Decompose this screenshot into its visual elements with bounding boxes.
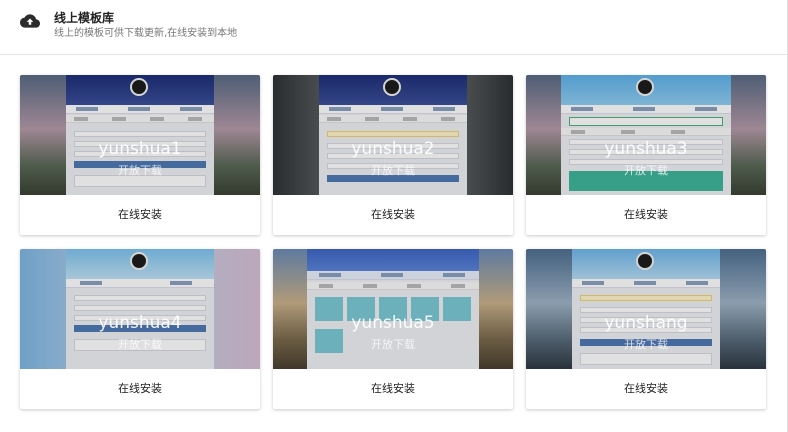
install-online-button[interactable]: 在线安装: [526, 369, 766, 409]
install-online-button[interactable]: 在线安装: [20, 195, 260, 235]
template-card-yunshua5: yunshua5 开放下载 在线安装: [273, 249, 513, 409]
install-online-button[interactable]: 在线安装: [526, 195, 766, 235]
download-status: 开放下载: [118, 338, 162, 351]
download-status: 开放下载: [624, 338, 668, 351]
template-name: yunshua3: [604, 139, 688, 159]
template-preview-image: yunshang 开放下载: [526, 249, 766, 369]
template-name: yunshang: [604, 313, 688, 333]
install-online-button[interactable]: 在线安装: [273, 369, 513, 409]
download-status: 开放下载: [371, 164, 415, 177]
template-preview-image: yunshua1 开放下载: [20, 75, 260, 195]
template-library-page: 线上模板库 线上的模板可供下载更新,在线安装到本地 yunshua1 开放下载 …: [0, 0, 788, 432]
template-preview-image: yunshua3 开放下载: [526, 75, 766, 195]
template-name: yunshua5: [351, 313, 435, 333]
template-card-yunshang: yunshang 开放下载 在线安装: [526, 249, 766, 409]
download-status: 开放下载: [371, 338, 415, 351]
download-status: 开放下载: [118, 164, 162, 177]
template-name: yunshua1: [98, 139, 182, 159]
page-subtitle: 线上的模板可供下载更新,在线安装到本地: [54, 28, 238, 39]
template-card-yunshua2: yunshua2 开放下载 在线安装: [273, 75, 513, 235]
template-preview-image: yunshua4 开放下载: [20, 249, 260, 369]
template-card-yunshua3: yunshua3 开放下载 在线安装: [526, 75, 766, 235]
install-online-button[interactable]: 在线安装: [20, 369, 260, 409]
template-name: yunshua2: [351, 139, 435, 159]
cloud-upload-icon: [20, 14, 40, 28]
template-card-yunshua1: yunshua1 开放下载 在线安装: [20, 75, 260, 235]
template-preview-image: yunshua5 开放下载: [273, 249, 513, 369]
install-online-button[interactable]: 在线安装: [273, 195, 513, 235]
template-card-yunshua4: yunshua4 开放下载 在线安装: [20, 249, 260, 409]
template-preview-image: yunshua2 开放下载: [273, 75, 513, 195]
download-status: 开放下载: [624, 164, 668, 177]
template-name: yunshua4: [98, 313, 182, 333]
page-title: 线上模板库: [54, 11, 115, 25]
page-header: 线上模板库 线上的模板可供下载更新,在线安装到本地: [0, 0, 787, 55]
